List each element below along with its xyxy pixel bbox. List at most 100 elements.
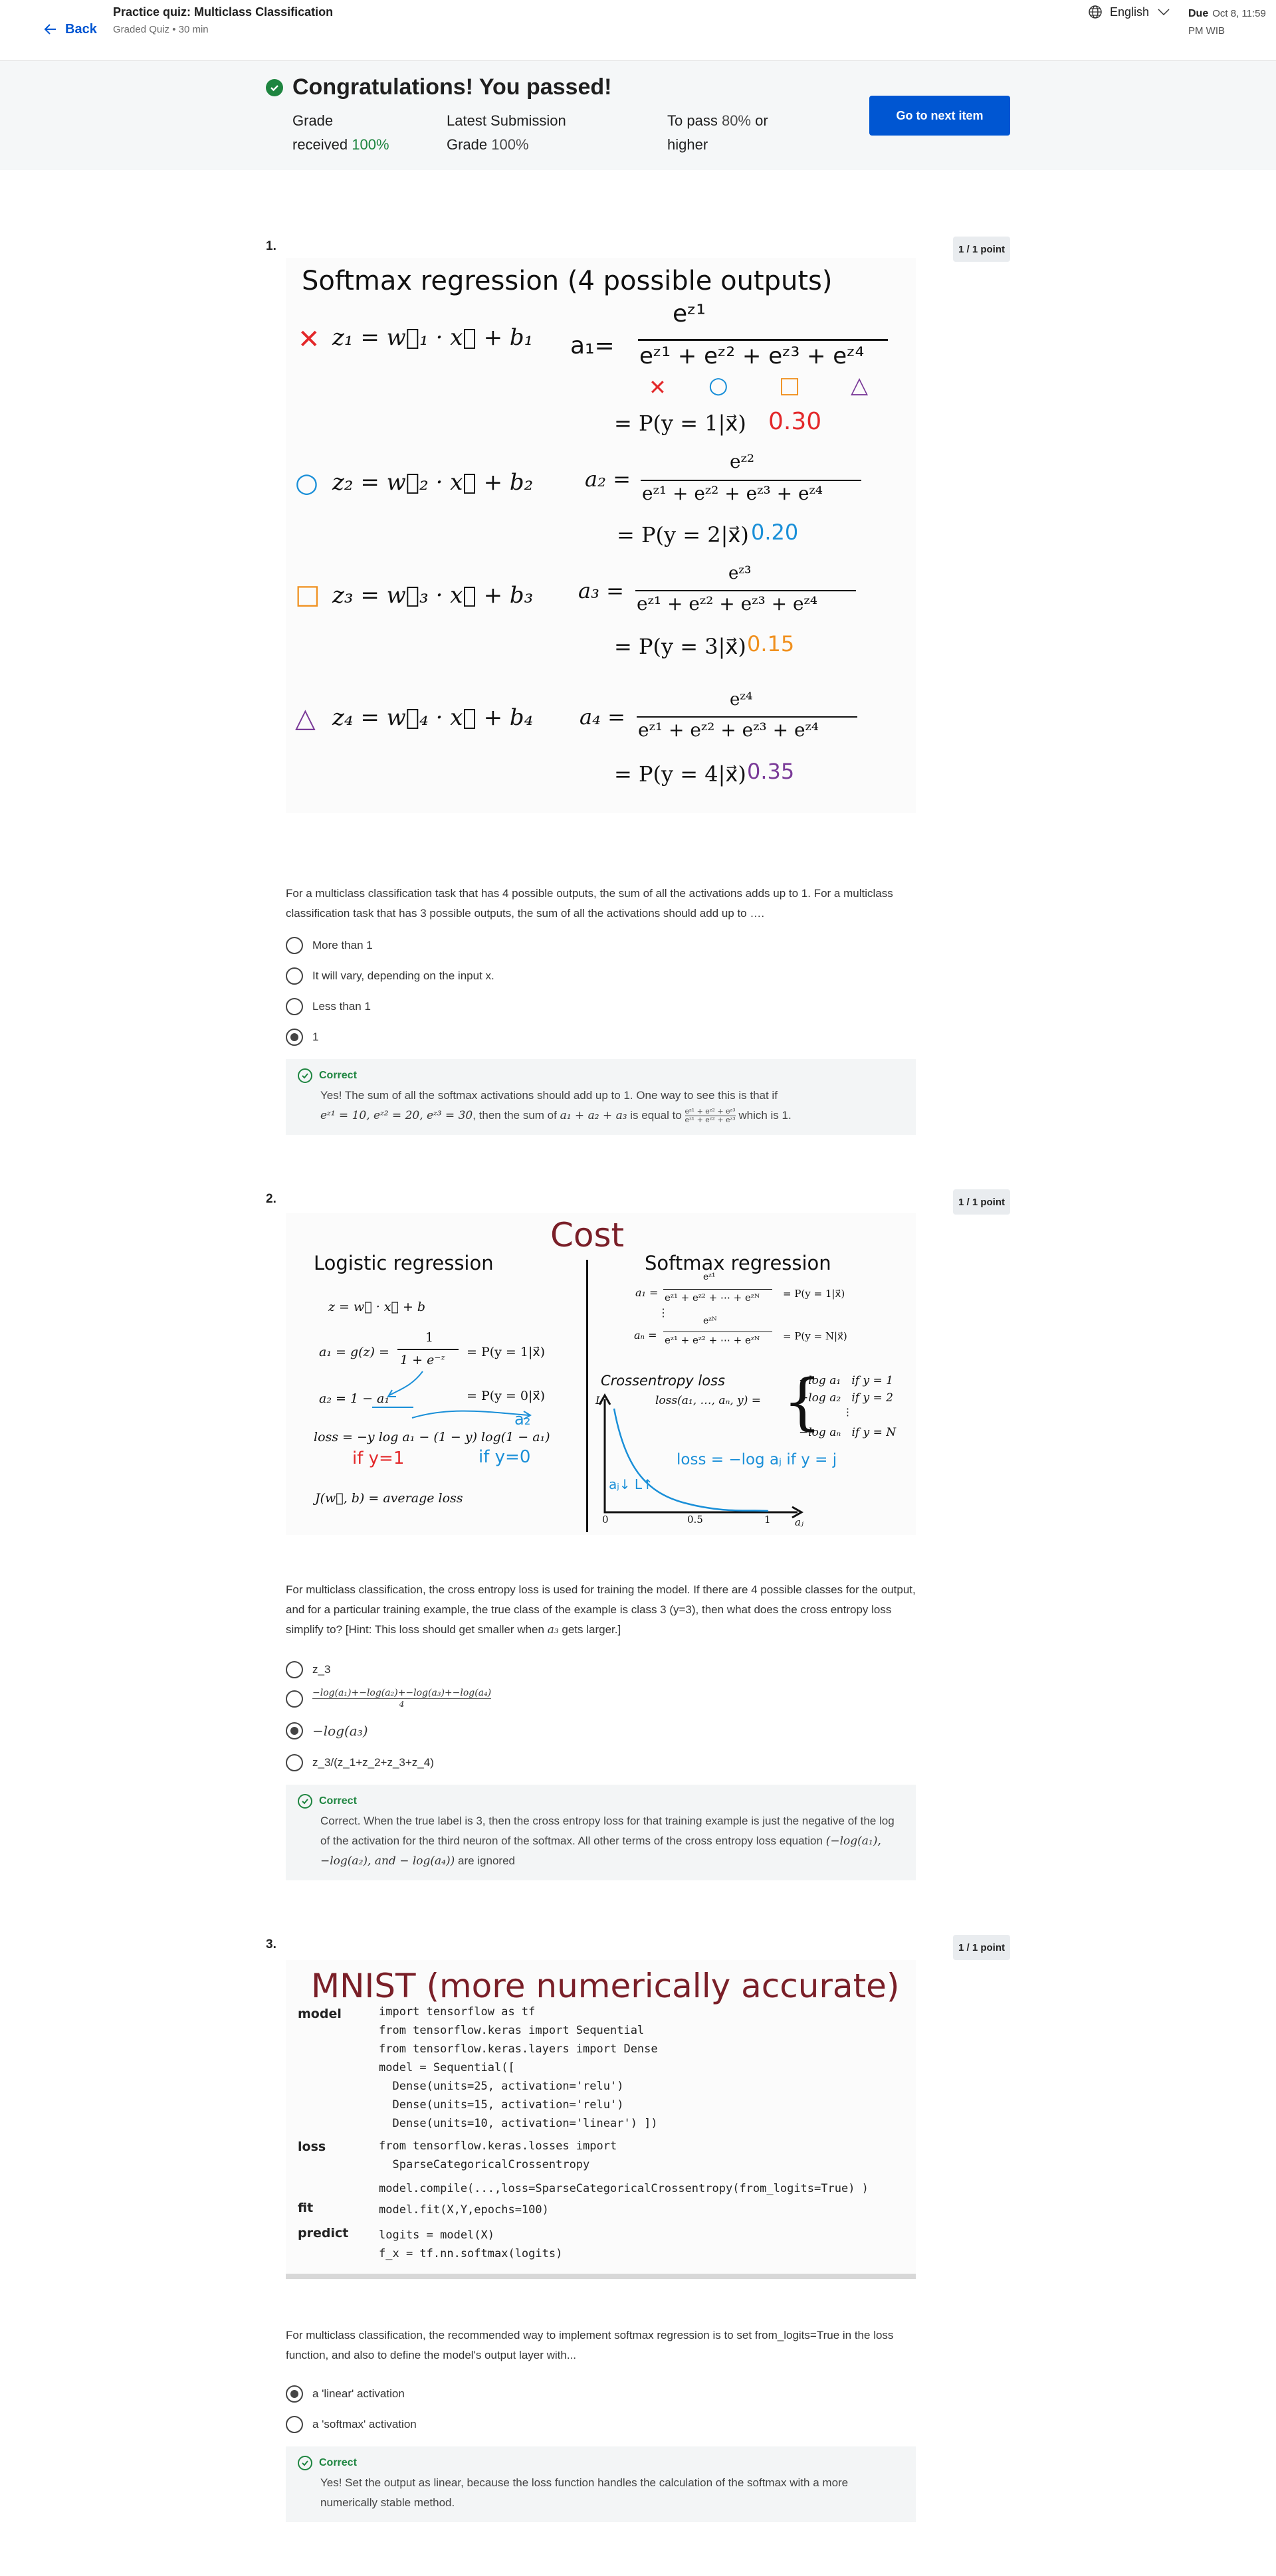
option-fraction: −log(a₁)+−log(a₂)+−log(a₃)+−log(a₄) 4 xyxy=(312,1688,492,1710)
go-to-next-item-button[interactable]: Go to next item xyxy=(869,96,1010,136)
a3-lhs: a₃ = xyxy=(578,578,624,603)
result-banner: Congratulations! You passed! Grade recei… xyxy=(0,61,1276,170)
radio-button[interactable] xyxy=(286,1690,303,1708)
q1-option-4[interactable]: 1 xyxy=(286,1029,318,1046)
prompt-text-2: gets larger.] xyxy=(562,1623,621,1636)
cross-marker-icon: ✕ xyxy=(649,375,667,400)
radio-button-selected[interactable] xyxy=(286,1029,303,1046)
topass-value: 80% xyxy=(721,112,751,129)
radio-button[interactable] xyxy=(286,1754,303,1771)
softmax-aN-rhs: = P(y = N|x⃗) xyxy=(783,1330,847,1342)
feedback-fraction: eᶻ¹ + eᶻ² + eᶻ³ eᶻ¹ + eᶻ² + eᶻ³ xyxy=(685,1108,736,1124)
ce-case-2: −log a₂ if y = 2 xyxy=(799,1391,893,1405)
option-label: 1 xyxy=(312,1031,319,1043)
language-selector[interactable]: English xyxy=(1087,4,1172,20)
hand-loss-note: loss = −log aⱼ if y = j xyxy=(677,1451,837,1468)
option-fraction-bottom: 4 xyxy=(399,1700,405,1709)
hand-if-y1: if y=1 xyxy=(352,1448,405,1468)
grade-label-2: received xyxy=(292,136,348,153)
radio-button-selected[interactable] xyxy=(286,1722,303,1739)
a2-lhs: a₂ = xyxy=(585,466,631,492)
option-label: a 'linear' activation xyxy=(312,2387,405,2400)
check-icon xyxy=(298,1794,312,1809)
triangle-symbol-icon: △ xyxy=(295,703,316,734)
question-1-feedback: Correct Yes! The sum of all the softmax … xyxy=(286,1059,916,1135)
quiz-title: Practice quiz: Multiclass Classification xyxy=(113,5,334,19)
grade-label-1: Grade xyxy=(292,112,334,129)
radio-button[interactable] xyxy=(286,1661,303,1678)
option-label: −log(a₃) xyxy=(312,1723,368,1739)
due-date: Due Oct 8, 11:59 PM WIB xyxy=(1188,5,1275,40)
fraction-bottom: eᶻ¹ + eᶻ² + eᶻ³ xyxy=(685,1116,736,1125)
logistic-a1-den: 1 + e⁻ᶻ xyxy=(400,1353,445,1367)
option-fraction-top: −log(a₁)+−log(a₂)+−log(a₃)+−log(a₄) xyxy=(312,1688,492,1699)
pass-title-text: Congratulations! You passed! xyxy=(292,74,612,100)
back-button[interactable]: Back xyxy=(43,21,97,37)
softmax-a1-lhs: a₁ = xyxy=(635,1286,659,1299)
square-marker-icon: □ xyxy=(779,372,801,399)
label-fit: fit xyxy=(298,2201,314,2215)
q1-option-2[interactable]: It will vary, depending on the input x. xyxy=(286,967,494,985)
a2-denominator: eᶻ¹ + eᶻ² + eᶻ³ + eᶻ⁴ xyxy=(642,482,823,504)
feedback-text-1: Correct. When the true label is 3, then … xyxy=(320,1815,895,1847)
q1-option-1[interactable]: More than 1 xyxy=(286,937,373,954)
question-2-number: 2. xyxy=(266,1192,276,1206)
question-3-points: 1 / 1 point xyxy=(953,1935,1010,1960)
feedback-text-3: is equal to xyxy=(630,1109,682,1122)
a4-denominator: eᶻ¹ + eᶻ² + eᶻ³ + eᶻ⁴ xyxy=(638,719,819,741)
hand-aj-note: aⱼ↓ L↑ xyxy=(609,1476,653,1492)
a4-fraction-bar xyxy=(637,716,857,718)
question-3-feedback: Correct Yes! Set the output as linear, b… xyxy=(286,2446,916,2522)
a4-numerator: eᶻ⁴ xyxy=(730,690,753,710)
softmax-a1-den: eᶻ¹ + eᶻ² + ⋯ + eᶻᴺ xyxy=(665,1292,760,1304)
cost-figure: Cost Logistic regression Softmax regress… xyxy=(286,1213,916,1535)
square-symbol-icon: □ xyxy=(295,579,320,610)
ce-dots: ⋮ xyxy=(843,1406,853,1418)
question-3-prompt: For multiclass classification, the recom… xyxy=(286,2329,894,2361)
logistic-title: Logistic regression xyxy=(314,1252,494,1274)
q2-option-4[interactable]: z_3/(z_1+z_2+z_3+z_4) xyxy=(286,1754,434,1771)
softmax-aN-num: eᶻᴺ xyxy=(703,1316,717,1326)
check-circle-icon xyxy=(266,78,283,96)
feedback-label: Correct xyxy=(319,1795,357,1807)
option-label: Less than 1 xyxy=(312,1000,371,1013)
q3-option-2[interactable]: a 'softmax' activation xyxy=(286,2416,417,2433)
figure-title: Softmax regression (4 possible outputs) xyxy=(302,266,833,296)
radio-button[interactable] xyxy=(286,2416,303,2433)
q3-option-1[interactable]: a 'linear' activation xyxy=(286,2385,405,2403)
radio-button[interactable] xyxy=(286,967,303,985)
hand-if-y0: if y=0 xyxy=(478,1447,531,1467)
p2-value: 0.20 xyxy=(751,520,799,545)
circle-marker-icon: ○ xyxy=(708,372,728,399)
latest-submission: Latest Submission Grade 100% xyxy=(447,109,566,157)
logistic-a1-lhs: a₁ = g(z) = xyxy=(319,1345,389,1359)
q1-option-3[interactable]: Less than 1 xyxy=(286,998,371,1015)
quiz-subtitle: Graded Quiz • 30 min xyxy=(113,24,209,35)
z4-equation: z₄ = w⃗₄ · x⃗ + b₄ xyxy=(332,704,534,731)
a1-numerator: eᶻ¹ xyxy=(673,300,706,328)
feedback-text-1: Yes! The sum of all the softmax activati… xyxy=(320,1089,778,1102)
plot-axis-L: L xyxy=(595,1394,603,1407)
logistic-z-eq: z = w⃗ · x⃗ + b xyxy=(328,1300,426,1314)
mnist-title: MNIST (more numerically accurate) xyxy=(311,1967,900,2005)
question-3-number: 3. xyxy=(266,1937,276,1951)
a2-numerator: eᶻ² xyxy=(730,450,755,472)
q2-option-3[interactable]: −log(a₃) xyxy=(286,1722,368,1739)
top-header: Back Practice quiz: Multiclass Classific… xyxy=(0,0,1276,61)
softmax-a1-num: eᶻ¹ xyxy=(703,1272,716,1282)
radio-button[interactable] xyxy=(286,937,303,954)
q2-option-1[interactable]: z_3 xyxy=(286,1661,330,1678)
z3-equation: z₃ = w⃗₃ · x⃗ + b₃ xyxy=(332,582,534,609)
radio-button[interactable] xyxy=(286,998,303,1015)
radio-button-selected[interactable] xyxy=(286,2385,303,2403)
plot-axis-1: 1 xyxy=(764,1514,771,1526)
crossentropy-title: Crossentropy loss xyxy=(601,1373,725,1389)
p4-text: = P(y = 4|x⃗) xyxy=(614,761,746,787)
q2-option-2[interactable]: −log(a₁)+−log(a₂)+−log(a₃)+−log(a₄) 4 xyxy=(286,1688,492,1710)
check-icon xyxy=(298,1068,312,1083)
feedback-label: Correct xyxy=(319,2457,357,2468)
grade-value: 100% xyxy=(352,136,389,153)
chevron-down-icon xyxy=(1158,9,1170,16)
option-label: z_3/(z_1+z_2+z_3+z_4) xyxy=(312,1756,434,1769)
option-label: z_3 xyxy=(312,1663,331,1676)
